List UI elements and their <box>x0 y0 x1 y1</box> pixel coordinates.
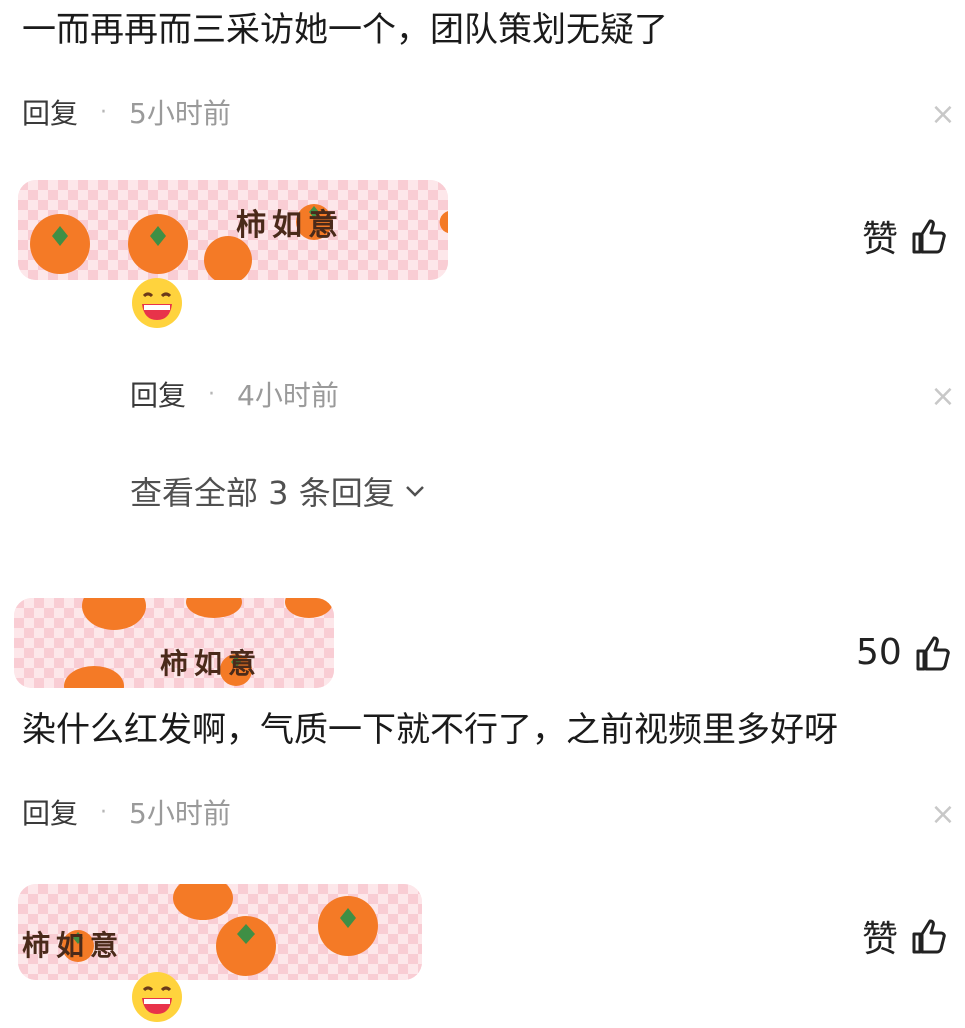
timestamp: 5小时前 <box>129 97 231 130</box>
thumbs-up-icon <box>916 636 950 670</box>
separator-dot: · <box>208 381 216 407</box>
sticker-image: 柿如意 <box>18 884 422 980</box>
thumbs-up-icon <box>912 919 946 954</box>
separator-dot: · <box>100 799 108 825</box>
comment-meta: 回复 · 5小时前 <box>22 92 231 132</box>
view-all-replies-button[interactable]: 查看全部 3 条回复 <box>130 468 427 514</box>
comment-meta: 回复 · 4小时前 <box>130 374 339 414</box>
sticker-text: 柿如意 <box>160 647 263 680</box>
sticker-image: 柿如意 <box>14 598 334 688</box>
like-label: 赞 <box>862 219 899 260</box>
view-all-label: 查看全部 3 条回复 <box>130 474 395 512</box>
reply-button[interactable]: 回复 <box>130 374 186 414</box>
laughing-emoji-icon <box>130 970 184 1028</box>
like-button[interactable]: 赞 <box>862 210 948 262</box>
sticker-image: ● 柿如意 <box>18 180 448 280</box>
like-label: 赞 <box>862 919 899 960</box>
persimmon-icon <box>128 214 188 274</box>
sticker-text: 柿如意 <box>22 929 125 962</box>
comment-text: 一而再再而三采访她一个，团队策划无疑了 <box>22 10 668 50</box>
like-button[interactable]: 50 <box>856 632 952 673</box>
sticker-text: 柿如意 <box>236 208 344 243</box>
laughing-emoji-icon <box>130 276 184 334</box>
like-button[interactable]: 赞 <box>862 910 948 962</box>
thumbs-up-icon <box>912 219 946 254</box>
close-icon[interactable]: × <box>928 100 958 130</box>
persimmon-icon <box>30 214 90 274</box>
timestamp: 4小时前 <box>237 379 339 412</box>
persimmon-icon <box>318 896 378 956</box>
comment-meta: 回复 · 5小时前 <box>22 792 231 832</box>
like-count: 50 <box>856 632 902 673</box>
close-icon[interactable]: × <box>928 382 958 412</box>
svg-text:●: ● <box>438 203 448 238</box>
comment-text: 染什么红发啊，气质一下就不行了，之前视频里多好呀 <box>22 710 838 750</box>
reply-button[interactable]: 回复 <box>22 92 78 132</box>
chevron-down-icon <box>405 486 424 497</box>
reply-button[interactable]: 回复 <box>22 792 78 832</box>
separator-dot: · <box>100 99 108 125</box>
close-icon[interactable]: × <box>928 800 958 830</box>
timestamp: 5小时前 <box>129 797 231 830</box>
